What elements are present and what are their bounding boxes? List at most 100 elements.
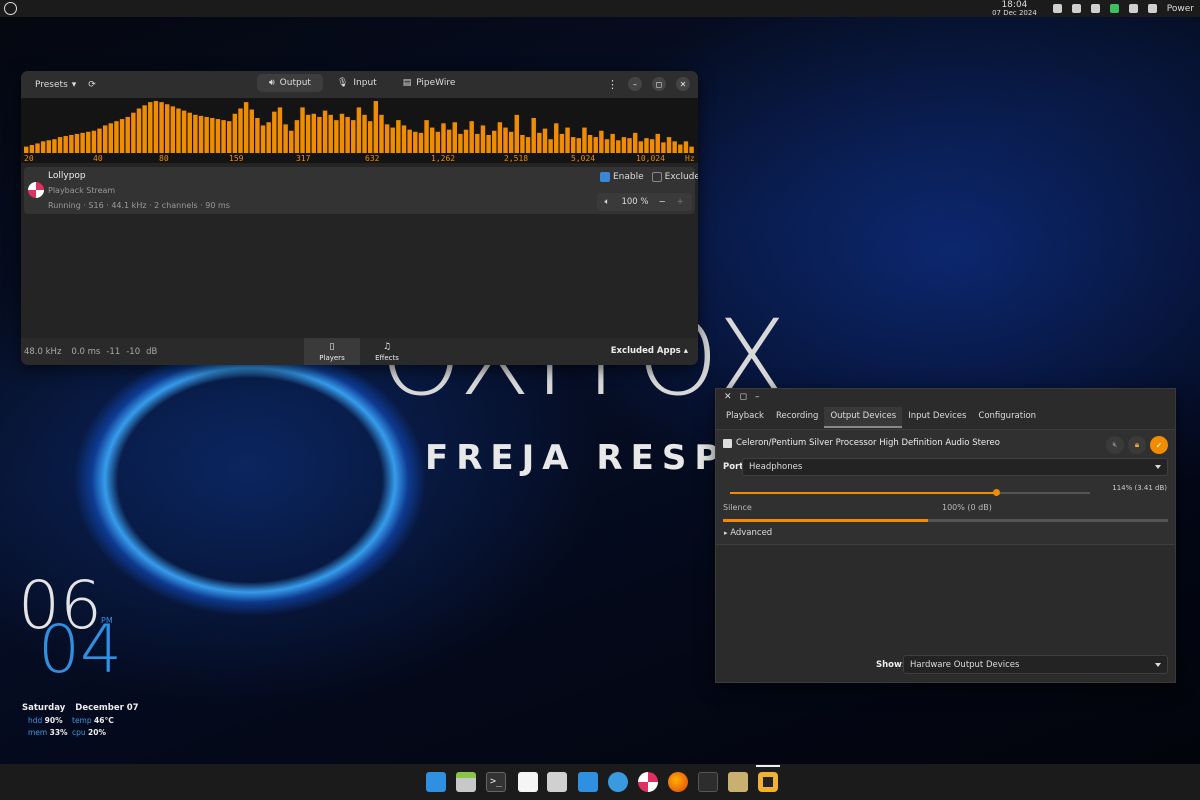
spectrum-bar	[610, 133, 615, 153]
lock-channels-button[interactable]: 🔒︎	[1128, 436, 1146, 454]
terminal-app-icon[interactable]: >_	[486, 772, 506, 792]
tab-pipewire[interactable]: ▤ PipeWire	[391, 74, 468, 92]
widget-minute: 04	[38, 611, 122, 688]
advanced-label: Advanced	[730, 528, 773, 538]
spectrum-bar	[148, 102, 153, 153]
power-button[interactable]: Power	[1167, 4, 1194, 14]
port-dropdown[interactable]: Headphones	[742, 458, 1168, 476]
close-button[interactable]: ✕	[724, 392, 732, 402]
wifi-icon[interactable]	[1071, 4, 1081, 13]
pv-tab-playback[interactable]: Playback	[720, 407, 770, 428]
volume-value[interactable]: 100 %	[617, 197, 653, 207]
calculator-app-icon[interactable]	[547, 772, 567, 792]
pv-tab-input-devices[interactable]: Input Devices	[902, 407, 972, 428]
presets-button[interactable]: Presets ▾	[29, 77, 82, 93]
spectrum-bar	[424, 120, 429, 153]
show-dropdown[interactable]: Hardware Output Devices	[903, 655, 1168, 674]
mute-button[interactable]: 🔈︎	[597, 197, 617, 207]
excluded-apps-button[interactable]: Excluded Apps ▴	[611, 346, 688, 356]
close-button[interactable]: ✕	[676, 77, 690, 91]
widget-stats: hdd 90% temp 46°C mem 33% cpu 20%	[28, 716, 128, 737]
spectrum-bar	[277, 107, 283, 153]
easyeffects-tray-icon[interactable]	[1090, 4, 1100, 13]
spectrum-bar	[289, 130, 294, 153]
folder-app-icon[interactable]	[578, 772, 598, 792]
stream-card: Lollypop Playback Stream Running · S16 ·…	[24, 167, 698, 214]
spectrum-bar	[305, 114, 311, 153]
bypass-button[interactable]: ⟳	[82, 77, 102, 93]
spectrum-bar	[480, 125, 486, 153]
frequency-tick-label: 632	[365, 154, 380, 163]
archive-app-icon[interactable]	[456, 772, 476, 792]
software-store-app-icon[interactable]	[608, 772, 628, 792]
spectrum-bar	[57, 137, 63, 153]
text-editor-app-icon[interactable]	[518, 772, 538, 792]
tab-output[interactable]: 🔊︎ Output	[257, 74, 323, 92]
spectrum-bar	[198, 115, 204, 153]
maximize-button[interactable]: ◻	[740, 392, 747, 402]
spectrum-bar	[390, 127, 395, 153]
tab-input[interactable]: 🎙︎ Input	[325, 74, 389, 92]
spectrum-bar	[627, 138, 632, 153]
system-monitor-icon[interactable]	[1109, 4, 1119, 13]
pv-tab-configuration[interactable]: Configuration	[972, 407, 1042, 428]
spectrum-bar	[86, 131, 91, 153]
minimize-button[interactable]: –	[755, 392, 760, 402]
footer-stats: 48.0 kHz 0.0 ms -11 -10 dB	[24, 347, 163, 357]
maximize-button[interactable]: ◻	[652, 77, 666, 91]
mute-device-button[interactable]: 🔇︎	[1106, 436, 1124, 454]
spectrum-bar	[441, 123, 446, 153]
volume-down-button[interactable]: −	[653, 197, 671, 207]
volume-readout: 114% (3.41 dB)	[1112, 484, 1167, 492]
bluetooth-icon[interactable]	[1128, 4, 1138, 13]
frequency-tick-label: 10,024	[636, 154, 665, 163]
spectrum-bar	[672, 141, 677, 153]
volume-slider[interactable]	[730, 489, 1090, 496]
files-app-icon[interactable]	[426, 772, 446, 792]
spectrum-bar	[114, 121, 119, 153]
spectrum-bar	[345, 116, 350, 153]
players-button[interactable]: ▯ Players	[304, 338, 360, 365]
spectrum-bar	[351, 120, 356, 153]
pv-tab-output-devices[interactable]: Output Devices	[824, 407, 903, 428]
device-name: Celeron/Pentium Silver Processor High De…	[736, 438, 1000, 448]
spectrum-bar	[226, 121, 232, 153]
clipboard-icon[interactable]	[1052, 4, 1062, 13]
spectrum-bar	[520, 134, 525, 153]
tab-output-label: Output	[279, 78, 311, 88]
stream-detail: S16	[88, 201, 104, 210]
exclude-checkbox[interactable]: Exclude	[651, 172, 698, 182]
display-app-icon[interactable]	[698, 772, 718, 792]
menu-icon[interactable]: ⋮	[607, 78, 618, 91]
spectrum-bar	[24, 146, 29, 153]
volume-up-button[interactable]: +	[671, 197, 689, 207]
distro-logo-icon[interactable]	[4, 2, 17, 15]
spectrum-bar	[418, 132, 424, 153]
spectrum-bar	[503, 127, 508, 153]
spectrum-bar	[537, 132, 542, 153]
spectrum-bar	[97, 128, 102, 153]
effects-label: Effects	[375, 353, 399, 362]
lollypop-dock-icon[interactable]	[638, 772, 658, 792]
spectrum-bar	[46, 140, 51, 153]
panel-clock[interactable]: 18:04 07 Dec 2024	[992, 0, 1037, 17]
volume-icon[interactable]	[1147, 4, 1157, 13]
spectrum-bar	[339, 113, 345, 153]
spectrum-bar	[63, 136, 68, 153]
pv-tab-recording[interactable]: Recording	[770, 407, 825, 428]
firefox-app-icon[interactable]	[668, 772, 688, 792]
spectrum-bar	[384, 124, 390, 153]
volume-slider-handle[interactable]	[993, 489, 1001, 496]
default-device-button[interactable]: ✓	[1150, 436, 1168, 454]
spectrum-bar	[187, 112, 192, 153]
enable-checkbox[interactable]: Enable	[600, 172, 644, 182]
spectrum-bar	[587, 134, 593, 153]
installer-app-icon[interactable]	[728, 772, 748, 792]
easyeffects-dock-icon[interactable]	[758, 772, 778, 792]
effects-button[interactable]: ♫ Effects	[359, 338, 415, 365]
advanced-expander[interactable]: ▸ Advanced	[724, 528, 772, 538]
spectrum-bar	[91, 130, 97, 153]
minimize-button[interactable]: –	[628, 77, 642, 91]
spectrum-bar	[661, 142, 666, 153]
pavucontrol-window: ✕ ◻ – Playback Recording Output Devices Inp…	[715, 388, 1176, 683]
